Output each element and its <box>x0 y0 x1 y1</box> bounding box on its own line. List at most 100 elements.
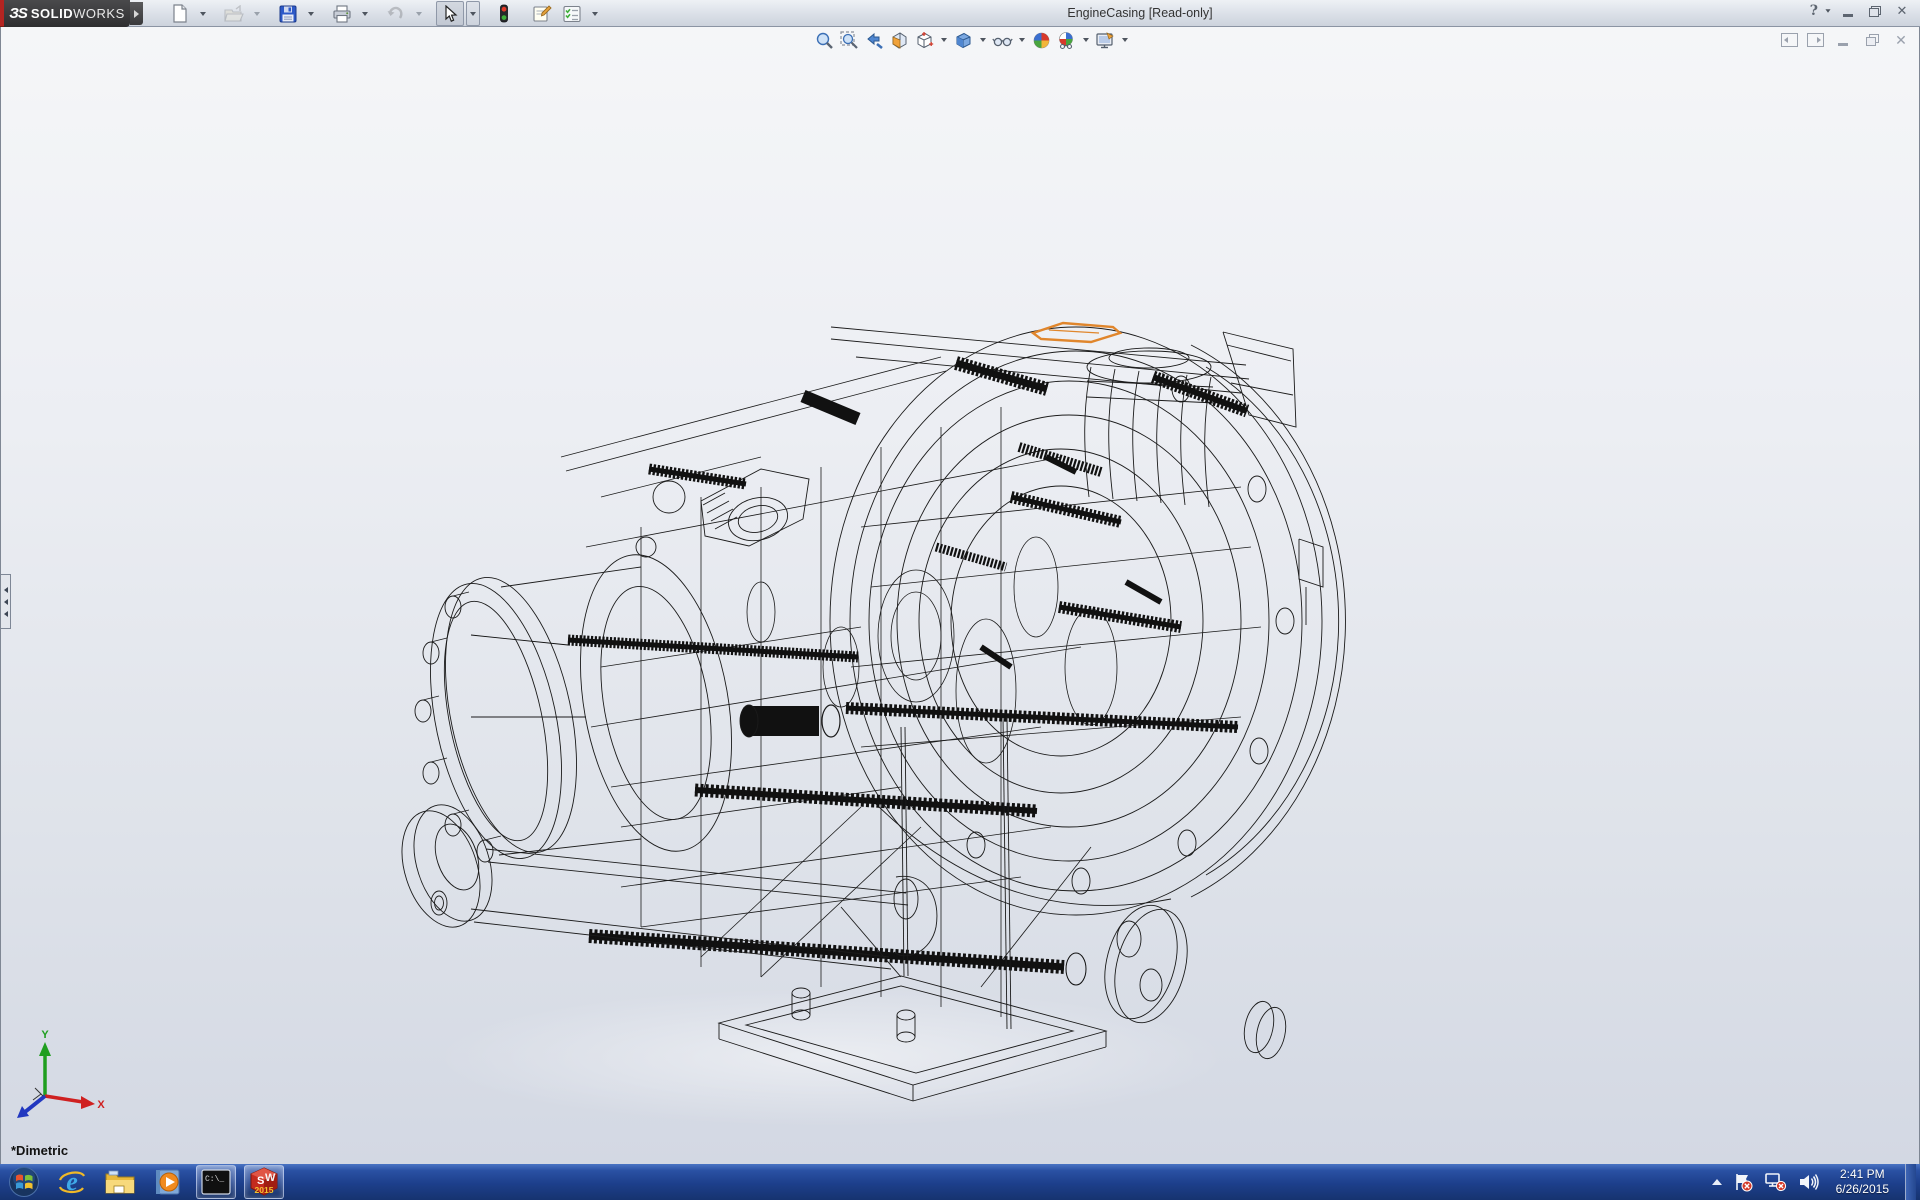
taskbar-solidworks-button[interactable]: S W 2015 <box>244 1165 284 1199</box>
expand-right-pane-button[interactable] <box>1807 33 1824 47</box>
edit-appearance-button[interactable] <box>1030 30 1052 51</box>
dropdown-caret-icon <box>362 12 368 16</box>
volume-speaker-icon[interactable] <box>1798 1172 1820 1192</box>
minimize-icon <box>1838 43 1848 46</box>
solidworks-window: ЗS SOLIDWORKS <box>0 0 1920 1200</box>
file-properties-button[interactable] <box>528 1 556 26</box>
minimize-icon <box>1843 14 1853 17</box>
selected-edge-highlight[interactable] <box>1033 323 1120 342</box>
print-button[interactable] <box>328 1 356 26</box>
pane-right-icon <box>1817 37 1821 43</box>
document-minimize-button[interactable] <box>1833 32 1853 48</box>
save-dropdown[interactable] <box>304 1 318 26</box>
zoom-to-area-button[interactable] <box>838 30 860 51</box>
solidworks-logo: ЗS SOLIDWORKS <box>4 0 130 27</box>
save-button[interactable] <box>274 1 302 26</box>
options-dropdown[interactable] <box>588 1 602 26</box>
solidworks-2015-icon: S W 2015 <box>248 1166 280 1198</box>
dropdown-caret-icon <box>941 38 947 42</box>
help-dropdown[interactable] <box>1825 9 1830 12</box>
zoom-to-fit-icon <box>815 31 834 50</box>
select-button[interactable] <box>436 1 464 26</box>
hide-show-items-dropdown[interactable] <box>1016 30 1027 51</box>
media-player-icon <box>153 1167 183 1197</box>
triad-y-label: Y <box>41 1029 49 1041</box>
view-settings-dropdown[interactable] <box>1119 30 1130 51</box>
document-window-controls: ✕ <box>1781 32 1911 48</box>
dropdown-caret-icon <box>308 12 314 16</box>
close-button[interactable]: ✕ <box>1892 3 1912 19</box>
window-controls: ? ✕ <box>1810 3 1912 19</box>
close-icon: ✕ <box>1895 34 1907 46</box>
open-document-dropdown[interactable] <box>250 1 264 26</box>
taskbar-windows-explorer-button[interactable] <box>100 1165 140 1199</box>
graphics-viewport[interactable]: ✕ Y X *Dimetric <box>0 27 1920 1164</box>
engine-casing-wireframe-model[interactable] <box>1 27 1920 1164</box>
brand-bold: SOLID <box>31 6 73 21</box>
open-document-button[interactable] <box>220 1 248 26</box>
traffic-light-icon <box>498 4 510 23</box>
action-center-flag-icon[interactable] <box>1732 1172 1754 1192</box>
dropdown-caret-icon <box>416 12 422 16</box>
show-desktop-button[interactable] <box>1905 1164 1916 1200</box>
select-dropdown[interactable] <box>466 1 480 26</box>
windows-start-orb-icon <box>8 1166 40 1198</box>
new-document-dropdown[interactable] <box>196 1 210 26</box>
collapse-left-pane-button[interactable] <box>1781 33 1798 47</box>
zoom-to-fit-button[interactable] <box>813 30 835 51</box>
start-button[interactable] <box>4 1165 44 1199</box>
undo-icon <box>386 5 406 23</box>
collapse-arrow-icon <box>4 599 8 605</box>
document-close-button[interactable]: ✕ <box>1891 32 1911 48</box>
taskbar-command-prompt-button[interactable]: C:\_ <box>196 1165 236 1199</box>
view-settings-button[interactable] <box>1094 30 1116 51</box>
print-dropdown[interactable] <box>358 1 372 26</box>
clock-time: 2:41 PM <box>1836 1167 1889 1182</box>
apply-scene-dropdown[interactable] <box>1080 30 1091 51</box>
apply-scene-button[interactable] <box>1055 30 1077 51</box>
help-button[interactable]: ? <box>1810 3 1818 19</box>
title-bar[interactable]: ЗS SOLIDWORKS <box>0 0 1920 27</box>
zoom-to-area-icon <box>840 31 859 50</box>
command-prompt-icon: C:\_ <box>201 1169 231 1195</box>
eyeglasses-icon <box>992 31 1013 50</box>
feature-tree-collapsed-tab[interactable] <box>1 574 11 629</box>
svg-text:W: W <box>265 1172 276 1184</box>
apply-scene-icon <box>1056 31 1077 50</box>
standard-toolbar <box>166 1 602 26</box>
network-status-icon[interactable] <box>1764 1172 1788 1192</box>
show-hidden-icons-button[interactable] <box>1712 1179 1722 1185</box>
section-view-icon <box>890 31 909 50</box>
previous-view-button[interactable] <box>863 30 885 51</box>
rebuild-button[interactable] <box>490 1 518 26</box>
restore-icon <box>1869 6 1881 17</box>
folder-icon <box>104 1168 136 1196</box>
view-orientation-dropdown[interactable] <box>938 30 949 51</box>
taskbar-internet-explorer-button[interactable]: e <box>52 1165 92 1199</box>
casing-rings <box>830 327 1345 915</box>
taskbar-clock[interactable]: 2:41 PM 6/26/2015 <box>1830 1167 1895 1197</box>
undo-button[interactable] <box>382 1 410 26</box>
display-style-dropdown[interactable] <box>977 30 988 51</box>
section-view-button[interactable] <box>888 30 910 51</box>
heads-up-view-toolbar <box>813 29 1130 51</box>
display-style-button[interactable] <box>952 30 974 51</box>
view-orientation-button[interactable] <box>913 30 935 51</box>
menu-flyout-button[interactable] <box>130 2 143 25</box>
body-wireframe-web <box>561 357 1261 1017</box>
document-restore-button[interactable] <box>1862 32 1882 48</box>
undo-dropdown[interactable] <box>412 1 426 26</box>
dropdown-caret-icon <box>1122 38 1128 42</box>
brand-light: WORKS <box>73 6 125 21</box>
hide-show-items-button[interactable] <box>991 30 1013 51</box>
pane-left-icon <box>1784 37 1788 43</box>
restore-button[interactable] <box>1865 3 1885 19</box>
minimize-button[interactable] <box>1838 3 1858 19</box>
internet-explorer-icon: e <box>57 1167 87 1197</box>
options-button[interactable] <box>558 1 586 26</box>
dropdown-caret-icon <box>980 38 986 42</box>
flange-face <box>471 543 753 863</box>
taskbar-media-player-button[interactable] <box>148 1165 188 1199</box>
flyout-arrow-icon <box>134 10 139 18</box>
new-document-button[interactable] <box>166 1 194 26</box>
